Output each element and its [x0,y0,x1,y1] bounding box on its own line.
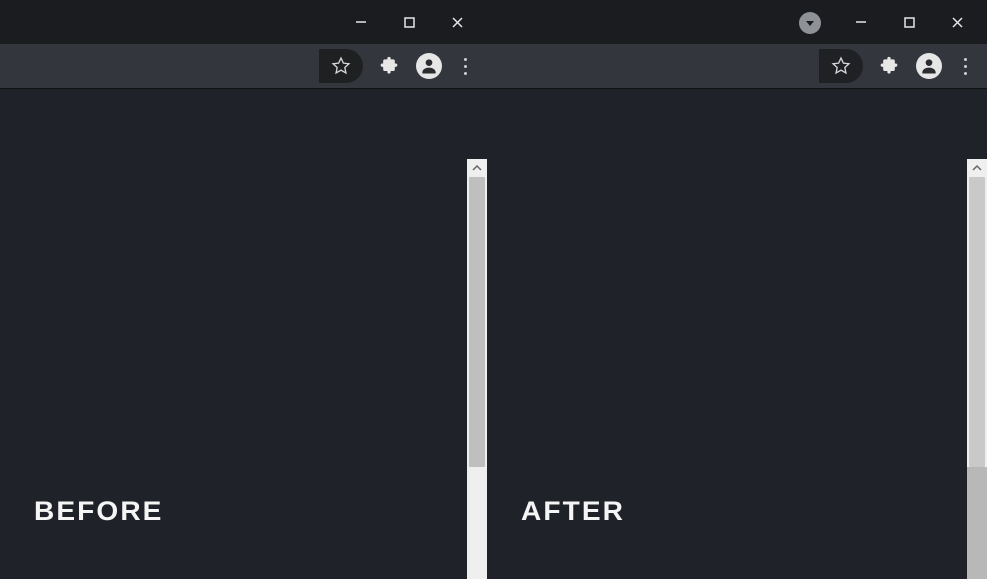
kebab-dot [464,65,467,68]
comparison-split: BEFORE [0,0,987,579]
subheader-left [0,89,487,159]
titlebar-left [0,0,487,44]
kebab-dot [464,72,467,75]
left-window: BEFORE [0,0,487,579]
close-icon [451,16,464,29]
maximize-button[interactable] [885,2,933,42]
chevron-up-icon [972,163,982,173]
scrollbar-left[interactable] [467,159,487,579]
kebab-dot [964,58,967,61]
right-window: AFTER [487,0,987,579]
address-bar-tail [319,46,481,86]
close-icon [951,16,964,29]
sync-indicator[interactable] [799,12,821,34]
minimize-icon [854,15,868,29]
toolbar-left [0,44,487,89]
extensions-button[interactable] [869,46,909,86]
puzzle-icon [879,56,899,76]
scroll-track[interactable] [967,177,987,579]
scroll-thumb[interactable] [969,177,985,467]
address-bar-tail [819,46,981,86]
toolbar-right [487,44,987,89]
menu-button[interactable] [949,58,981,75]
star-icon [831,56,851,76]
extensions-button[interactable] [369,46,409,86]
triangle-down-icon [804,17,816,29]
titlebar-right [487,0,987,44]
maximize-icon [403,16,416,29]
bookmark-button[interactable] [319,49,363,83]
content-wrap-left: BEFORE [0,159,487,579]
profile-button[interactable] [416,53,442,79]
person-icon [419,56,439,76]
after-label: AFTER [521,496,625,527]
subheader-right [487,89,987,159]
scrollbar-right[interactable] [967,159,987,579]
close-button[interactable] [933,2,981,42]
bookmark-button[interactable] [819,49,863,83]
scroll-up-button[interactable] [467,159,487,177]
menu-button[interactable] [449,58,481,75]
minimize-icon [354,15,368,29]
star-icon [331,56,351,76]
scroll-thumb[interactable] [469,177,485,467]
minimize-button[interactable] [337,2,385,42]
kebab-dot [964,72,967,75]
before-label: BEFORE [34,496,163,527]
person-icon [919,56,939,76]
maximize-icon [903,16,916,29]
kebab-dot [464,58,467,61]
profile-button[interactable] [916,53,942,79]
chevron-up-icon [472,163,482,173]
content-wrap-right: AFTER [487,159,987,579]
close-button[interactable] [433,2,481,42]
page-content-right: AFTER [487,159,967,579]
scroll-up-button[interactable] [967,159,987,177]
minimize-button[interactable] [837,2,885,42]
maximize-button[interactable] [385,2,433,42]
scroll-track[interactable] [467,177,487,579]
kebab-dot [964,65,967,68]
puzzle-icon [379,56,399,76]
page-content-left: BEFORE [0,159,467,579]
